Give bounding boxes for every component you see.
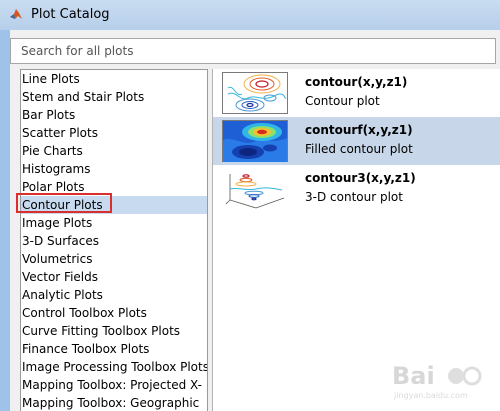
contour3-thumbnail-icon <box>225 174 285 209</box>
plot-item-contour3[interactable]: contour3(x,y,z1) 3-D contour plot <box>213 165 500 213</box>
category-item-analytic-plots[interactable]: Analytic Plots <box>21 286 207 304</box>
category-item-mapping-toolbox-geographic[interactable]: Mapping Toolbox: Geographic <box>21 394 207 411</box>
plot-description: Filled contour plot <box>305 142 413 156</box>
plot-name: contour3(x,y,z1) <box>305 171 416 185</box>
plot-item-contour[interactable]: contour(x,y,z1) Contour plot <box>213 69 500 117</box>
window-title: Plot Catalog <box>31 7 110 22</box>
category-item-mapping-toolbox-projected[interactable]: Mapping Toolbox: Projected X- <box>21 376 207 394</box>
search-input[interactable] <box>11 39 495 63</box>
watermark-logo: Bai jingyan.baidu.com <box>392 362 482 400</box>
category-item-image-processing-toolbox-plots[interactable]: Image Processing Toolbox Plots <box>21 358 207 376</box>
matlab-icon <box>10 9 22 19</box>
category-item-scatter-plots[interactable]: Scatter Plots <box>21 124 207 142</box>
contour-thumbnail-icon <box>222 72 288 114</box>
category-list[interactable]: Line Plots Stem and Stair Plots Bar Plot… <box>20 69 208 411</box>
plot-item-contourf[interactable]: contourf(x,y,z1) Filled contour plot <box>213 117 500 165</box>
search-box[interactable] <box>10 38 496 64</box>
category-item-line-plots[interactable]: Line Plots <box>21 70 207 88</box>
category-item-3d-surfaces[interactable]: 3-D Surfaces <box>21 232 207 250</box>
watermark-text: Bai <box>392 362 435 390</box>
category-item-pie-charts[interactable]: Pie Charts <box>21 142 207 160</box>
watermark-subtext: jingyan.baidu.com <box>393 391 468 400</box>
category-item-volumetrics[interactable]: Volumetrics <box>21 250 207 268</box>
category-item-vector-fields[interactable]: Vector Fields <box>21 268 207 286</box>
category-item-curve-fitting-toolbox-plots[interactable]: Curve Fitting Toolbox Plots <box>21 322 207 340</box>
title-bar: Plot Catalog <box>0 0 500 30</box>
category-item-control-toolbox-plots[interactable]: Control Toolbox Plots <box>21 304 207 322</box>
filled-contour-thumbnail-icon <box>222 120 288 162</box>
plot-name: contourf(x,y,z1) <box>305 123 413 137</box>
category-item-image-plots[interactable]: Image Plots <box>21 214 207 232</box>
plot-description: 3-D contour plot <box>305 190 403 204</box>
plot-description: Contour plot <box>305 94 380 108</box>
highlight-box <box>16 193 112 213</box>
plot-name: contour(x,y,z1) <box>305 75 408 89</box>
category-item-stem-and-stair-plots[interactable]: Stem and Stair Plots <box>21 88 207 106</box>
category-item-histograms[interactable]: Histograms <box>21 160 207 178</box>
category-item-finance-toolbox-plots[interactable]: Finance Toolbox Plots <box>21 340 207 358</box>
category-item-bar-plots[interactable]: Bar Plots <box>21 106 207 124</box>
